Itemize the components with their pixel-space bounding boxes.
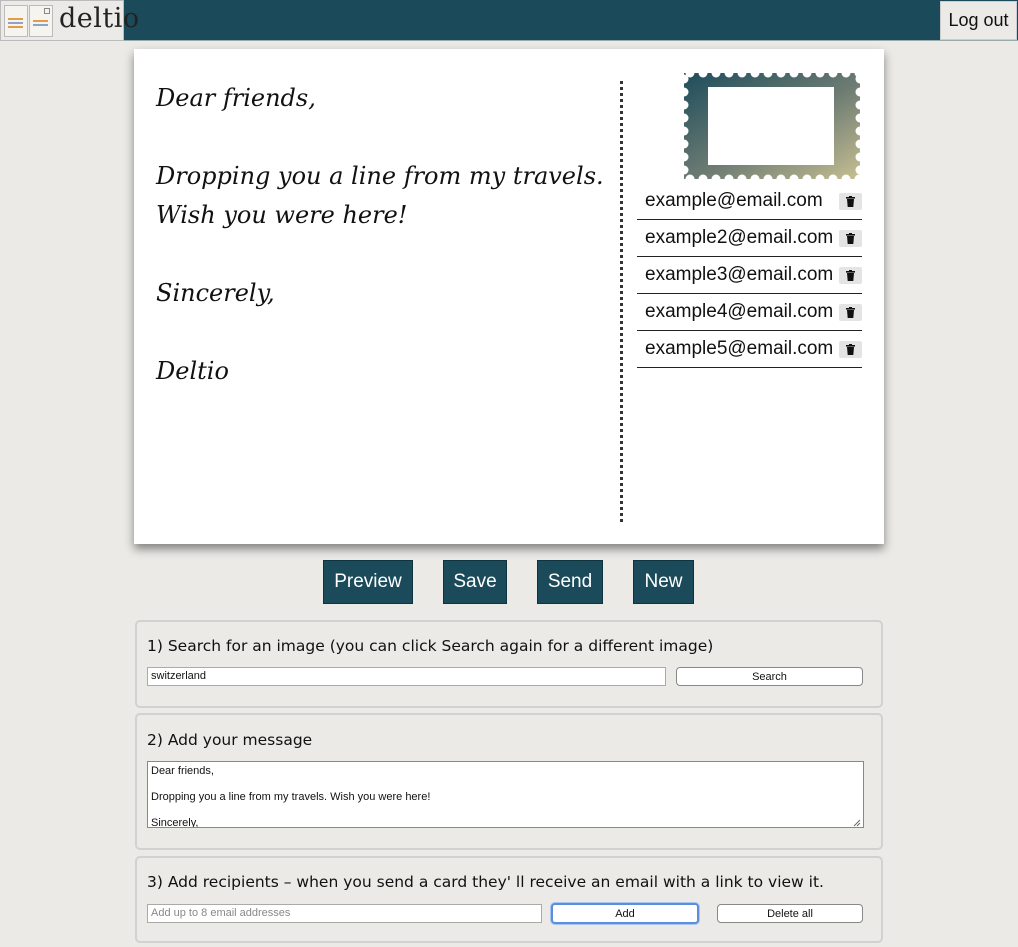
recipient-email: example5@email.com [645, 338, 834, 359]
message-line: Sincerely, [156, 279, 275, 307]
logo-text: deltio [59, 3, 140, 34]
action-bar: Preview Save Send New [0, 560, 1018, 604]
recipient-row: example@email.com [637, 183, 862, 220]
stamp-icon [684, 73, 860, 179]
message-textarea[interactable]: Dear friends, Dropping you a line from m… [147, 761, 864, 828]
message-line [156, 313, 606, 352]
search-section-title: 1) Search for an image (you can click Se… [147, 637, 714, 655]
recipient-email: example2@email.com [645, 227, 834, 248]
message-line [156, 118, 606, 157]
image-search-input[interactable]: switzerland [147, 667, 666, 686]
save-button[interactable]: Save [443, 560, 507, 604]
postcard-message: Dear friends, Dropping you a line from my… [156, 79, 606, 391]
delete-all-button[interactable]: Delete all [717, 904, 863, 923]
message-section-title: 2) Add your message [147, 731, 313, 749]
recipient-email-input[interactable]: Add up to 8 email addresses [147, 904, 542, 923]
message-line: Dropping you a line from my travels. [156, 162, 604, 190]
logo[interactable]: deltio [0, 0, 139, 41]
send-button[interactable]: Send [537, 560, 603, 604]
search-button[interactable]: Search [676, 667, 863, 686]
logo-card-icon [4, 5, 28, 37]
trash-icon[interactable] [839, 266, 862, 284]
trash-icon[interactable] [839, 192, 862, 210]
trash-icon[interactable] [839, 340, 862, 358]
search-section: 1) Search for an image (you can click Se… [135, 620, 883, 708]
recipients-section: 3) Add recipients – when you send a card… [135, 856, 883, 943]
recipient-row: example3@email.com [637, 257, 862, 294]
message-line: Deltio [156, 357, 229, 385]
resize-grip-icon[interactable] [853, 819, 861, 827]
message-section: 2) Add your message Dear friends, Droppi… [135, 713, 883, 850]
recipient-row: example5@email.com [637, 331, 862, 368]
recipient-row: example4@email.com [637, 294, 862, 331]
recipient-email: example@email.com [645, 190, 823, 211]
logout-button[interactable]: Log out [940, 1, 1017, 40]
recipient-email: example3@email.com [645, 264, 834, 285]
postcard: Dear friends, Dropping you a line from my… [134, 49, 884, 544]
postcard-divider [620, 81, 623, 522]
message-line: Wish you were here! [156, 201, 408, 229]
recipients-section-title: 3) Add recipients – when you send a card… [147, 873, 824, 891]
trash-icon[interactable] [839, 229, 862, 247]
message-line [156, 235, 606, 274]
trash-icon[interactable] [839, 303, 862, 321]
recipient-list: example@email.com example2@email.com examp… [637, 183, 862, 368]
recipient-email: example4@email.com [645, 301, 834, 322]
preview-button[interactable]: Preview [323, 560, 413, 604]
top-bar: deltio Log out [0, 0, 1018, 41]
recipient-row: example2@email.com [637, 220, 862, 257]
logo-card-icon [29, 5, 53, 37]
add-recipient-button[interactable]: Add [551, 903, 699, 924]
message-line: Dear friends, [156, 84, 316, 112]
new-button[interactable]: New [633, 560, 694, 604]
